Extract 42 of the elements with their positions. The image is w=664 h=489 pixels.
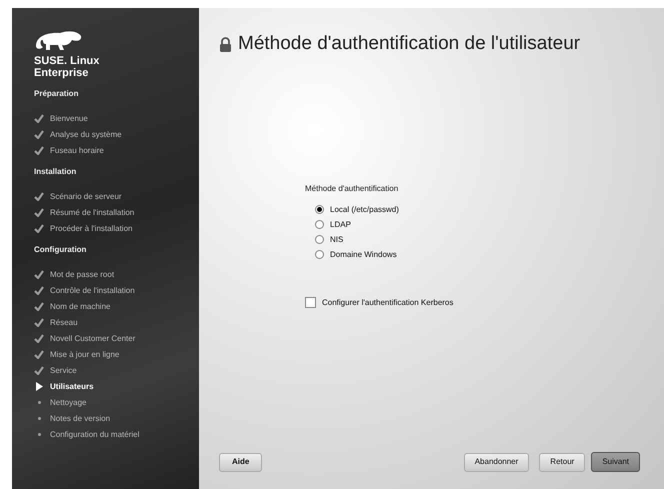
section-title: Configuration bbox=[34, 244, 88, 256]
help-button[interactable]: Aide bbox=[219, 452, 262, 472]
step-item: Contrôle de l'installation bbox=[50, 284, 135, 296]
step-item: Nom de machine bbox=[50, 300, 110, 312]
step-item: Procéder à l'installation bbox=[50, 222, 132, 234]
step-item: Nettoyage bbox=[50, 396, 86, 408]
step-item: Réseau bbox=[50, 316, 78, 328]
step-item: Analyse du système bbox=[50, 128, 122, 140]
section-title: Préparation bbox=[34, 88, 80, 100]
step-item: Bienvenue bbox=[50, 112, 88, 124]
radio-option[interactable]: Domaine Windows bbox=[315, 248, 640, 260]
radio-button[interactable] bbox=[315, 235, 324, 244]
radio-button[interactable] bbox=[315, 250, 324, 259]
checkbox[interactable] bbox=[305, 297, 316, 308]
radio-option[interactable]: Local (/etc/passwd) bbox=[315, 204, 640, 216]
step-item: Mot de passe root bbox=[50, 268, 114, 280]
step-item: Fuseau horaire bbox=[50, 144, 104, 156]
radio-option[interactable]: NIS bbox=[315, 234, 640, 246]
step-item: Configuration du matériel bbox=[50, 428, 140, 440]
lock-icon bbox=[219, 36, 232, 52]
abort-button[interactable]: Abandonner bbox=[464, 452, 530, 472]
step-item: Notes de version bbox=[50, 412, 110, 424]
step-item: Scénario de serveur bbox=[50, 190, 122, 202]
checkbox-label: Configurer l'authentification Kerberos bbox=[322, 296, 454, 308]
bullet-icon bbox=[38, 417, 40, 420]
radio-button[interactable] bbox=[315, 220, 324, 229]
next-button[interactable]: Suivant bbox=[591, 452, 640, 472]
arrow-icon bbox=[34, 382, 44, 391]
back-button[interactable]: Retour bbox=[539, 452, 586, 472]
bullet-icon bbox=[38, 401, 40, 404]
brand-name: SUSE. Linux Enterprise bbox=[34, 55, 100, 79]
section-title: Installation bbox=[34, 166, 78, 178]
step-item: Utilisateurs bbox=[50, 380, 94, 392]
step-item: Mise à jour en ligne bbox=[50, 348, 120, 360]
step-item: Résumé de l'installation bbox=[50, 206, 134, 218]
bullet-icon bbox=[38, 433, 40, 436]
radio-button[interactable] bbox=[315, 205, 324, 214]
group-label: Méthode d'authentification bbox=[305, 182, 400, 194]
step-item: Service bbox=[50, 364, 77, 376]
page-title: Méthode d'authentification de l'utilisateur bbox=[238, 32, 580, 56]
step-item: Novell Customer Center bbox=[50, 332, 136, 344]
radio-option[interactable]: LDAP bbox=[315, 218, 640, 230]
